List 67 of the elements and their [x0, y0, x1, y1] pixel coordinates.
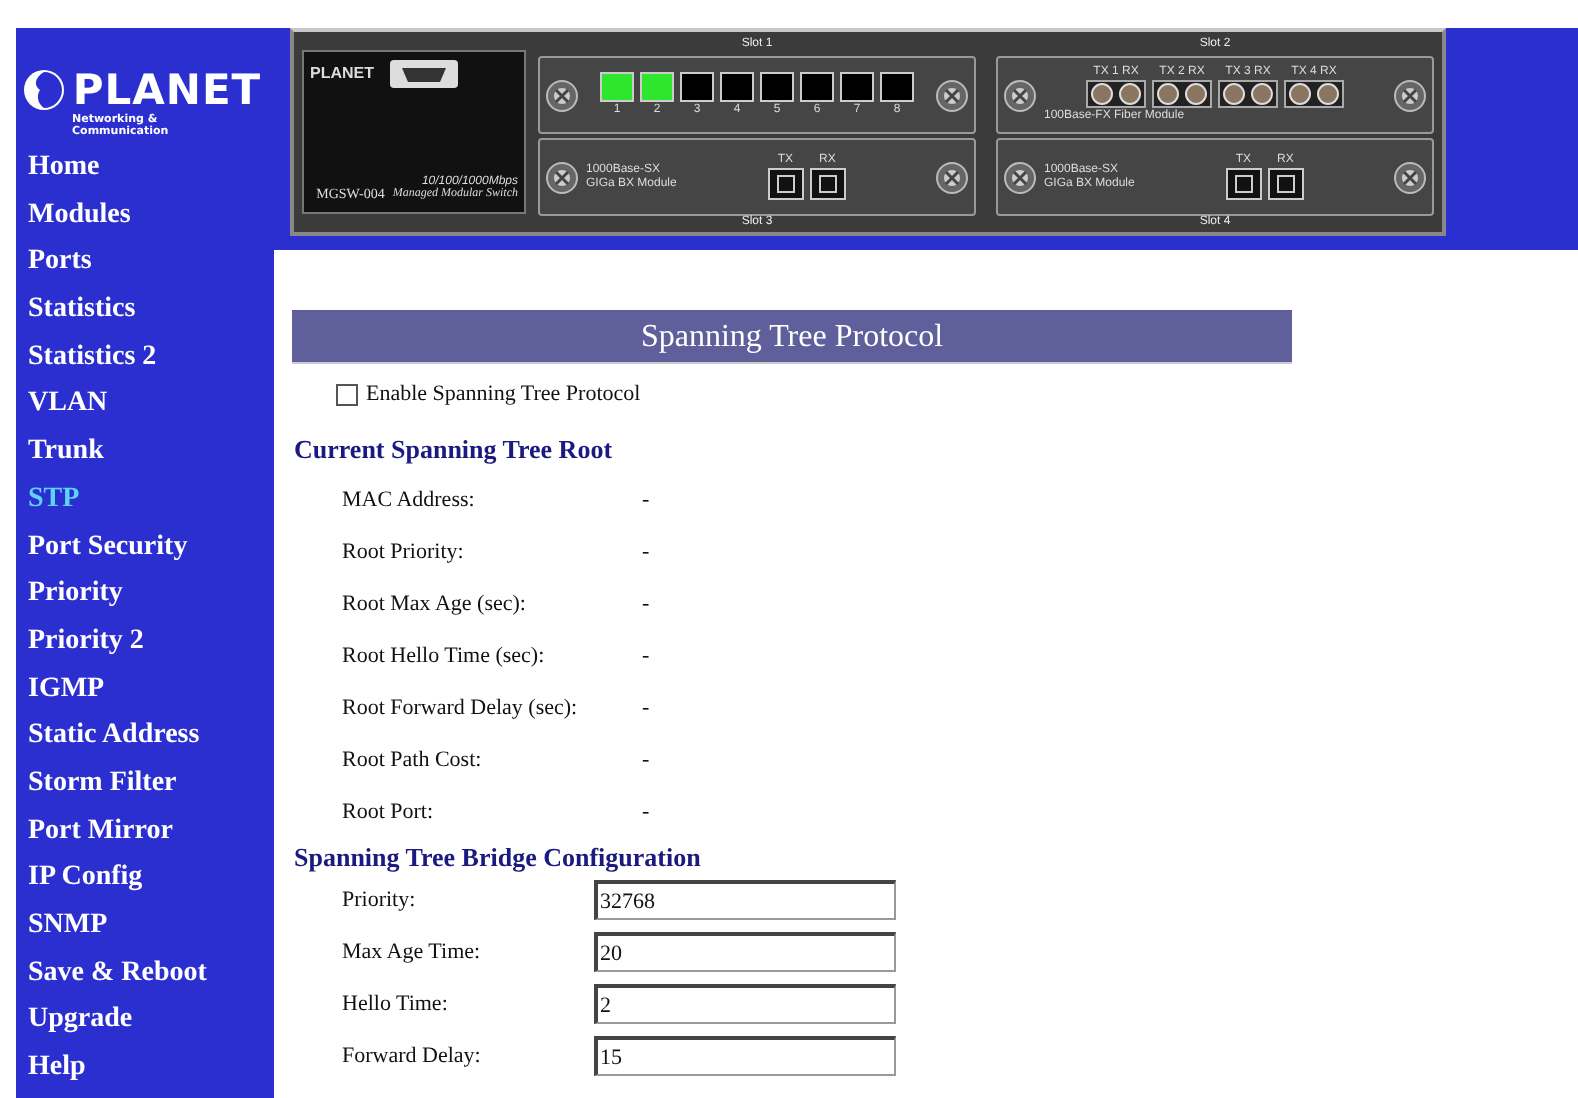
field-label: MAC Address:	[342, 486, 477, 514]
nav-link[interactable]: Trunk	[28, 430, 104, 478]
nav-link[interactable]: Ports	[28, 240, 92, 289]
screw-icon	[546, 79, 578, 111]
screw-icon	[1394, 79, 1426, 111]
field-label: Root Max Age (sec):	[342, 590, 528, 618]
checkbox-label: Enable Spanning Tree Protocol	[366, 382, 641, 406]
field-value: -	[642, 694, 650, 722]
nav-link[interactable]: Static Address	[28, 714, 200, 762]
field-label: Hello Time:	[342, 990, 450, 1018]
input-field[interactable]: 20	[594, 932, 896, 972]
enable-checkbox[interactable]	[336, 383, 358, 405]
nav-link[interactable]: Home	[28, 146, 100, 194]
input-field[interactable]: 32768	[594, 880, 896, 920]
field-value: -	[642, 798, 650, 826]
screw-icon	[936, 79, 968, 111]
nav-link[interactable]: Storm Filter	[28, 761, 177, 810]
sfp-port-icon	[1267, 167, 1304, 200]
field-label: Root Priority:	[342, 538, 466, 566]
fiber-connector-icon	[1152, 80, 1212, 108]
field-label: Max Age Time:	[342, 938, 483, 966]
nav-link[interactable]: Modules	[28, 193, 131, 241]
nav-link[interactable]: Priority	[28, 572, 123, 620]
sfp-port-icon	[1225, 167, 1262, 200]
nav-link[interactable]: IP Config	[28, 856, 143, 904]
field-label: Root Port:	[342, 798, 436, 826]
fiber-connector-icon	[1218, 80, 1278, 108]
logo-text: PLANET	[72, 66, 262, 114]
nav-link[interactable]: Help	[28, 1046, 86, 1094]
page-title: Spanning Tree Protocol	[292, 310, 1292, 364]
field-value: -	[642, 746, 650, 774]
logo-icon	[22, 68, 67, 112]
nav-link[interactable]: Port Security	[28, 525, 188, 573]
input-field[interactable]: 15	[594, 1036, 896, 1076]
fiber-connector-icon	[1284, 80, 1344, 108]
field-value: -	[642, 538, 650, 566]
nav-link[interactable]: Priority 2	[28, 619, 144, 668]
nav-link[interactable]: VLAN	[28, 382, 108, 431]
nav-link[interactable]: SNMP	[28, 904, 108, 952]
sfp-port-icon	[809, 167, 846, 200]
screw-icon	[1004, 161, 1036, 193]
field-label: Root Forward Delay (sec):	[342, 694, 580, 722]
nav-link[interactable]: Upgrade	[28, 998, 133, 1047]
field-label: Root Hello Time (sec):	[342, 642, 547, 670]
brand-label: PLANET	[310, 65, 374, 83]
nav-link[interactable]: Statistics	[28, 288, 136, 336]
field-value: -	[642, 486, 650, 514]
screw-icon	[1394, 161, 1426, 193]
screw-icon	[936, 161, 968, 193]
field-label: Root Path Cost:	[342, 746, 484, 774]
field-value: -	[642, 590, 650, 618]
field-value: -	[642, 642, 650, 670]
screw-icon	[1004, 79, 1036, 111]
fiber-connector-icon	[1086, 80, 1146, 108]
sfp-port-icon	[767, 167, 804, 200]
section-heading: Current Spanning Tree Root	[294, 434, 613, 466]
input-field[interactable]: 2	[594, 984, 896, 1024]
nav-link[interactable]: Statistics 2	[28, 335, 157, 383]
nav-link[interactable]: STP	[28, 477, 80, 525]
nav-link[interactable]: Save & Reboot	[28, 951, 207, 999]
nav-link[interactable]: Port Mirror	[28, 809, 173, 857]
serial-port-icon	[390, 60, 458, 88]
nav-link[interactable]: IGMP	[28, 667, 105, 715]
screw-icon	[546, 161, 578, 193]
section-heading: Spanning Tree Bridge Configuration	[294, 842, 701, 874]
field-label: Forward Delay:	[342, 1042, 483, 1070]
field-label: Priority:	[342, 886, 418, 914]
